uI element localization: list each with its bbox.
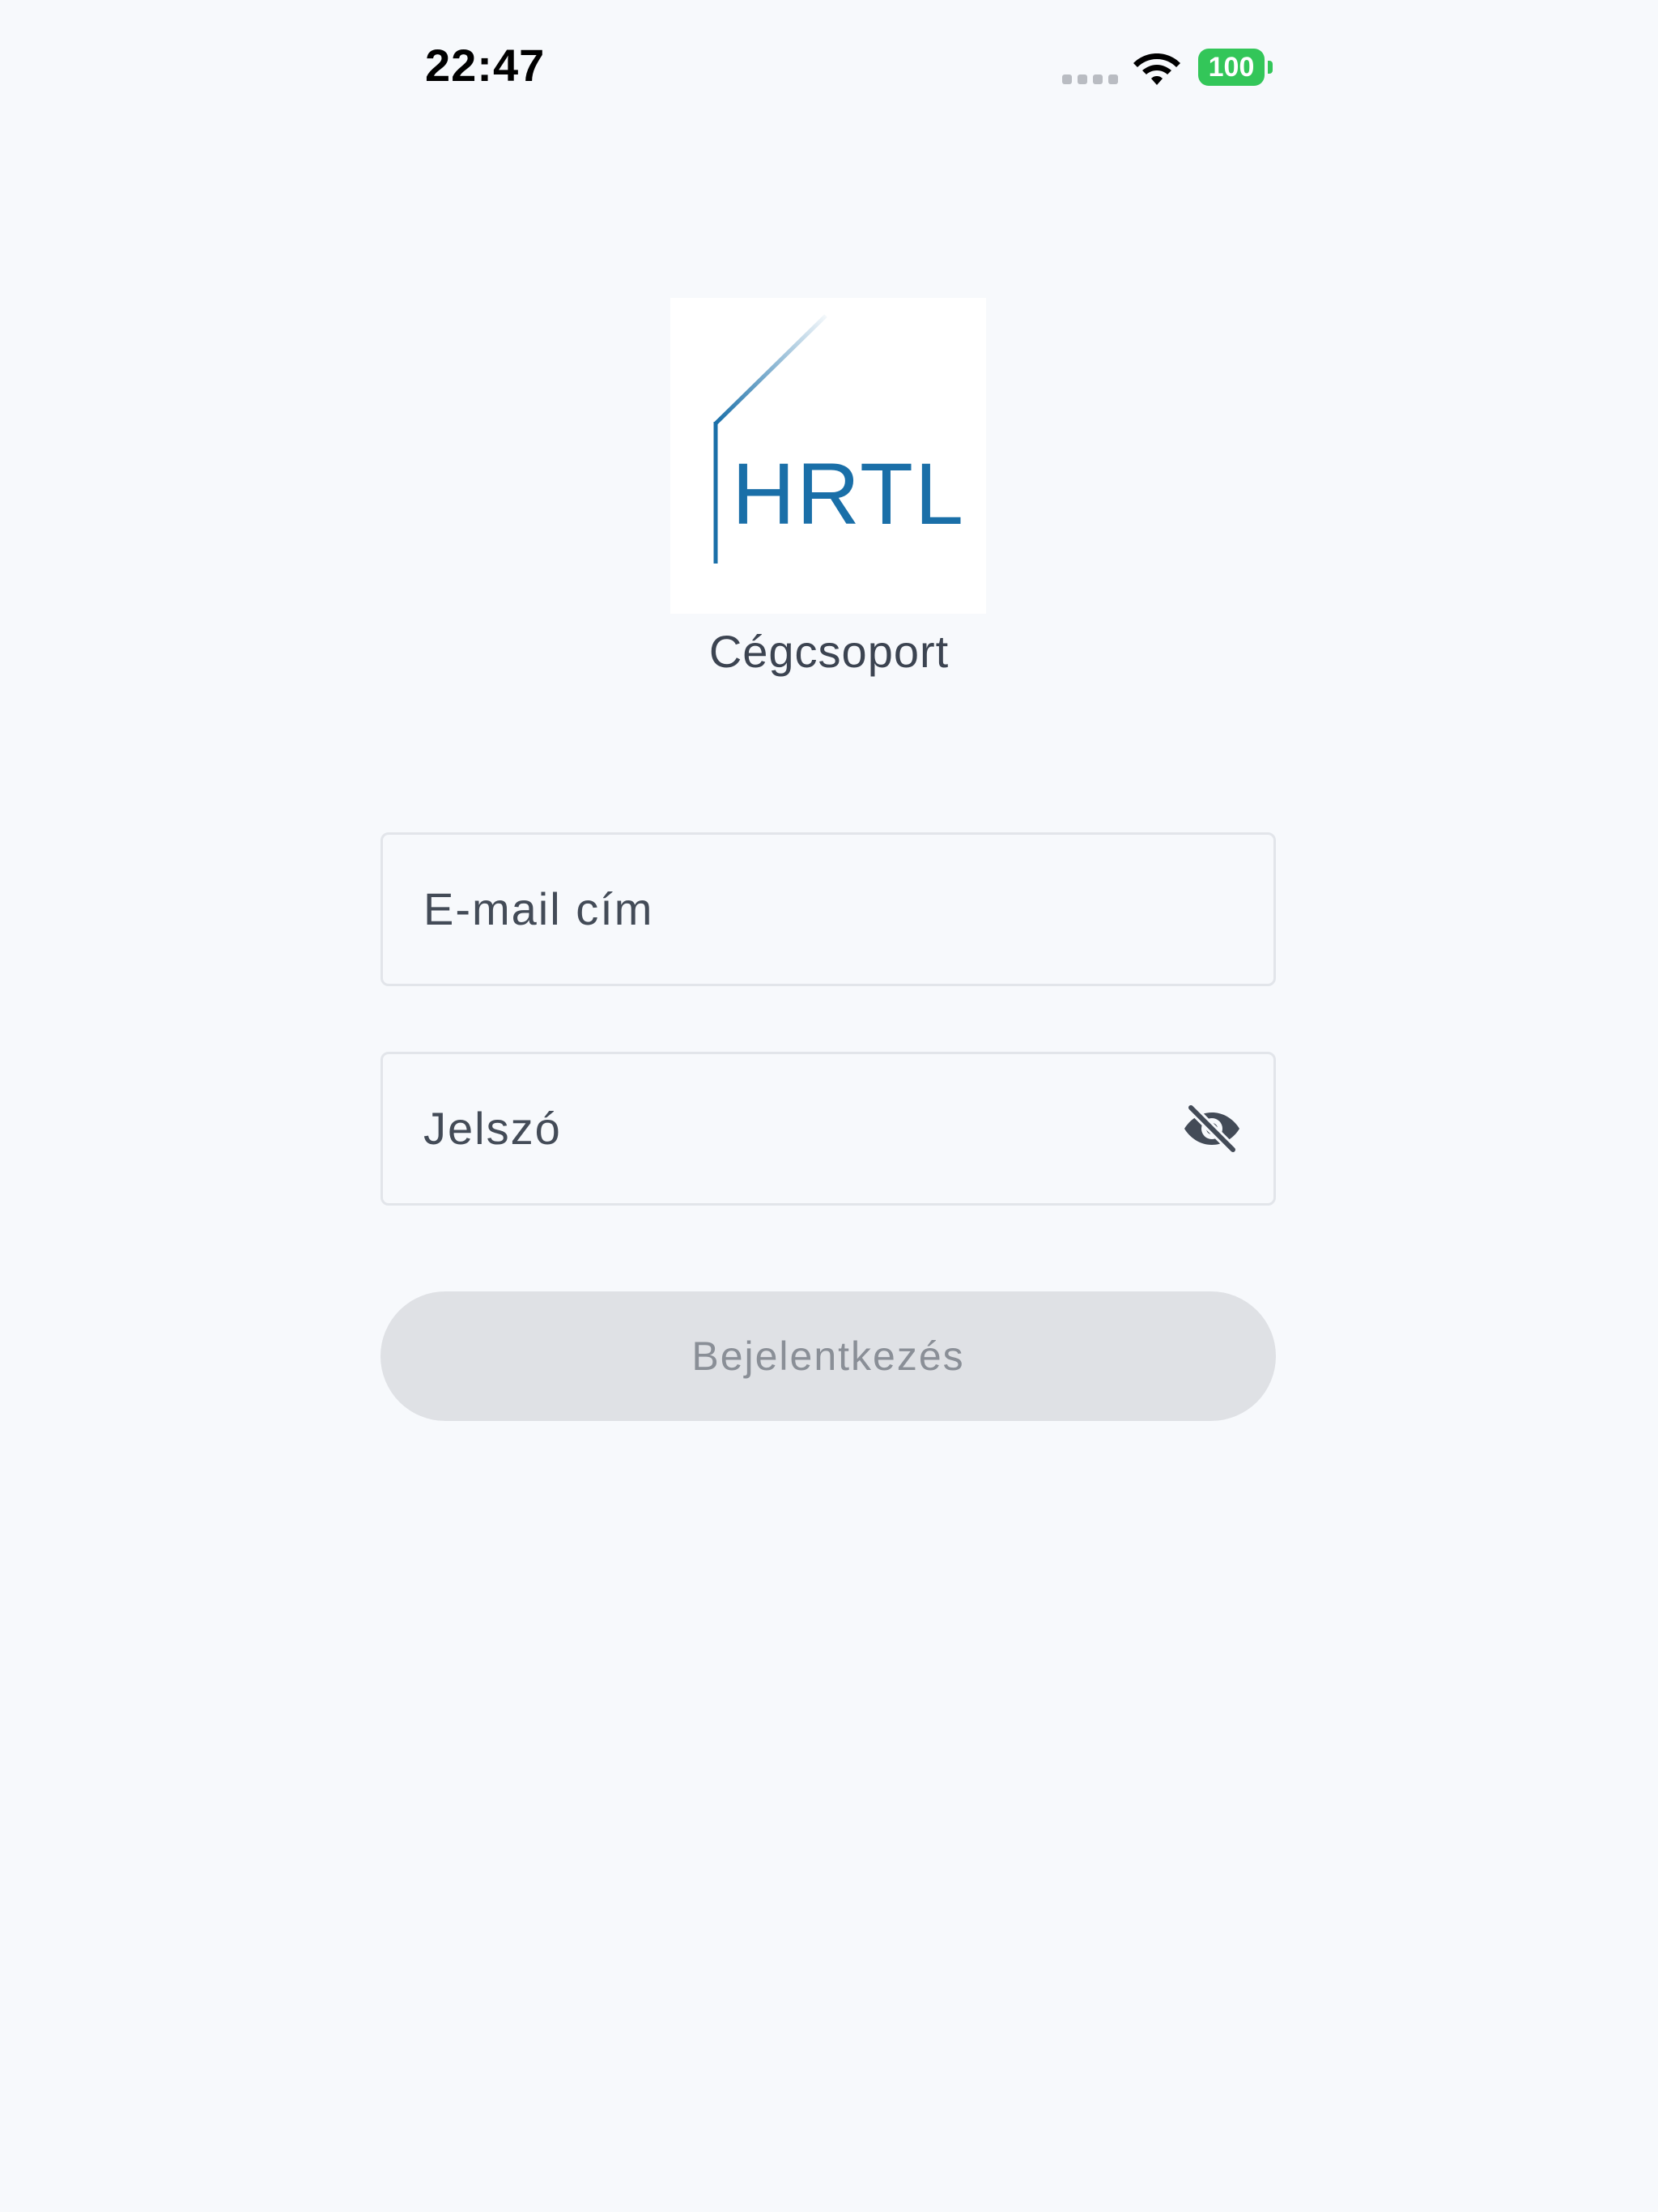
logo-text: HRTL xyxy=(732,445,966,542)
eye-off-icon[interactable] xyxy=(1181,1103,1243,1155)
password-placeholder: Jelszó xyxy=(423,1103,562,1154)
status-bar: 22:47 100 xyxy=(0,0,1658,138)
status-time: 22:47 xyxy=(425,40,546,91)
battery-icon: 100 xyxy=(1198,49,1273,86)
email-placeholder: E-mail cím xyxy=(423,883,654,934)
battery-level: 100 xyxy=(1198,49,1265,86)
login-button[interactable]: Bejelentkezés xyxy=(380,1291,1276,1421)
cellular-signal-icon xyxy=(1062,74,1119,84)
password-field[interactable]: Jelszó xyxy=(380,1052,1276,1206)
company-logo: HRTL xyxy=(670,298,986,614)
wifi-icon xyxy=(1133,53,1180,85)
company-subtitle: Cégcsoport xyxy=(708,626,950,677)
email-field[interactable]: E-mail cím xyxy=(380,832,1276,986)
